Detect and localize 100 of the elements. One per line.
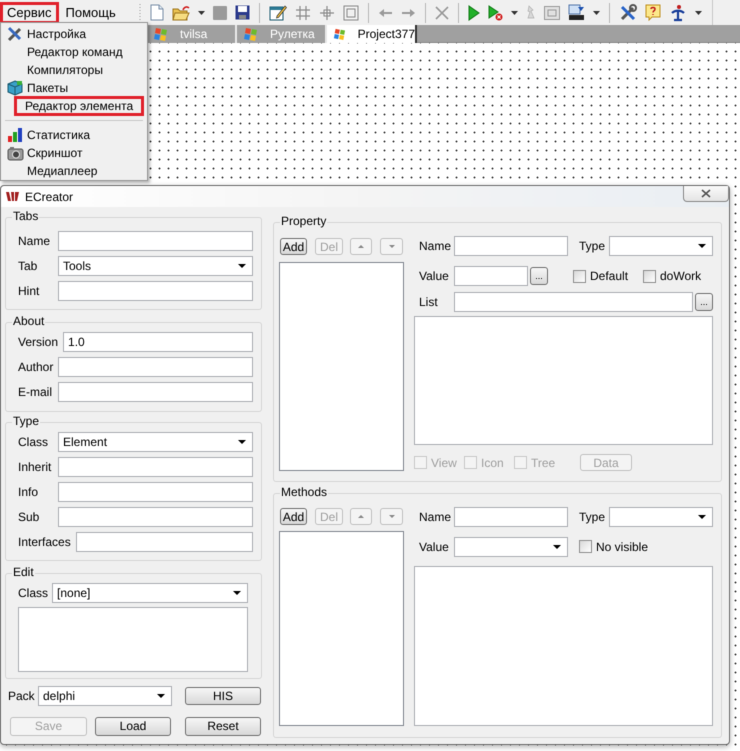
- browse-button[interactable]: ...: [530, 267, 548, 285]
- list-box[interactable]: [279, 262, 404, 471]
- square-icon[interactable]: [212, 6, 227, 20]
- text-field[interactable]: [58, 281, 253, 301]
- field-label: Class: [18, 434, 50, 451]
- text-field[interactable]: [58, 382, 253, 402]
- text-field[interactable]: [454, 507, 568, 527]
- down-arrow-icon: [388, 515, 394, 518]
- text-field[interactable]: [58, 357, 253, 377]
- up-arrow-icon: [358, 515, 364, 518]
- field-label: Value: [418, 268, 450, 285]
- menu-item[interactable]: Редактор элемента: [14, 96, 144, 116]
- field-label: List: [418, 294, 439, 311]
- dropdown[interactable]: delphi: [38, 686, 172, 706]
- text-field[interactable]: [454, 292, 693, 312]
- field-label: Inherit: [18, 459, 52, 476]
- menu-item[interactable]: Компиляторы: [26, 61, 103, 79]
- camera-icon: [7, 146, 24, 160]
- push-button[interactable]: Add: [280, 508, 307, 525]
- checkbox[interactable]: Default: [573, 267, 643, 285]
- text-field[interactable]: [58, 457, 253, 477]
- checkbox[interactable]: doWork: [643, 267, 713, 285]
- group-title: Property: [280, 214, 328, 229]
- menu-item[interactable]: Помощь: [58, 2, 123, 24]
- push-button[interactable]: HIS: [185, 687, 261, 705]
- text-area[interactable]: [414, 316, 713, 445]
- push-button[interactable]: Add: [280, 238, 307, 255]
- step-icon[interactable]: [526, 5, 536, 20]
- field-label: Interfaces: [18, 534, 72, 551]
- field-label: Value: [418, 538, 450, 556]
- dropdown[interactable]: [609, 236, 713, 256]
- caret-icon: [553, 544, 561, 548]
- new-file-icon[interactable]: [150, 4, 164, 21]
- move-down-button[interactable]: [380, 238, 403, 255]
- caret-icon[interactable]: [510, 10, 518, 14]
- push-button[interactable]: Load: [95, 716, 171, 736]
- flag-icon: [243, 27, 260, 41]
- field-label: Tab: [18, 258, 38, 275]
- flag-icon: [153, 27, 170, 41]
- save-icon[interactable]: [234, 5, 250, 20]
- field-label: E-mail: [18, 384, 54, 401]
- crosshair-icon[interactable]: [318, 4, 335, 20]
- checkbox[interactable]: No visible: [579, 538, 669, 556]
- close-icon: [701, 189, 711, 198]
- field-label: Name: [418, 238, 452, 255]
- menu-item[interactable]: Статистика: [26, 126, 90, 144]
- caret-icon[interactable]: [592, 10, 600, 14]
- field-label: Info: [18, 484, 40, 501]
- window-icon[interactable]: [544, 6, 560, 20]
- caret-icon[interactable]: [694, 10, 702, 14]
- caret-icon: [698, 515, 706, 519]
- push-button[interactable]: Reset: [185, 716, 261, 736]
- field-label: Name: [18, 233, 52, 250]
- move-up-button[interactable]: [350, 238, 372, 255]
- text-field[interactable]: [454, 236, 568, 256]
- caret-icon: [157, 694, 165, 698]
- dropdown[interactable]: [none]: [52, 583, 248, 603]
- cube-icon: [7, 80, 23, 96]
- text-field[interactable]: [76, 532, 253, 552]
- help-icon[interactable]: [644, 4, 661, 21]
- edit-icon[interactable]: [268, 4, 287, 21]
- field-label: Type: [578, 509, 606, 526]
- info-icon[interactable]: [668, 4, 687, 22]
- list-box[interactable]: [279, 531, 404, 726]
- move-down-button[interactable]: [380, 508, 403, 525]
- text-field[interactable]: [58, 231, 253, 251]
- menu-item[interactable]: Редактор команд: [26, 43, 123, 61]
- menu-item[interactable]: Скриншот: [26, 144, 82, 162]
- menu-item[interactable]: Настройка: [26, 25, 86, 43]
- caret-icon: [238, 264, 246, 268]
- open-folder-icon[interactable]: [172, 4, 190, 20]
- text-field[interactable]: 1.0: [63, 332, 253, 352]
- frame-icon[interactable]: [342, 4, 359, 20]
- dropdown[interactable]: Element: [58, 432, 253, 452]
- caret-icon[interactable]: [198, 10, 205, 14]
- caret-icon: [698, 244, 706, 248]
- play-stop-icon[interactable]: [488, 4, 503, 20]
- browse-button[interactable]: ...: [695, 293, 713, 311]
- right-arrow-icon[interactable]: [400, 8, 416, 18]
- bar-chart-icon: [7, 127, 23, 143]
- grid-icon[interactable]: [294, 4, 311, 20]
- menu-item[interactable]: Пакеты: [26, 79, 68, 97]
- delete-icon[interactable]: [434, 6, 449, 20]
- move-up-button[interactable]: [350, 508, 372, 525]
- dropdown[interactable]: [609, 507, 713, 527]
- text-field[interactable]: [58, 482, 253, 502]
- up-arrow-icon: [358, 245, 364, 248]
- left-arrow-icon[interactable]: [378, 8, 393, 18]
- text-field[interactable]: [454, 266, 528, 286]
- tools-icon[interactable]: [618, 4, 637, 22]
- menu-item[interactable]: Медиаплеер: [26, 162, 98, 180]
- dropdown[interactable]: [454, 536, 568, 556]
- play-icon[interactable]: [468, 4, 480, 20]
- close-button[interactable]: [683, 186, 729, 202]
- text-area[interactable]: [18, 607, 248, 672]
- dropdown[interactable]: Tools: [58, 256, 253, 276]
- binary-file-icon[interactable]: [568, 4, 585, 21]
- text-field[interactable]: [58, 507, 253, 527]
- editor-tab[interactable]: Project377: [327, 25, 417, 43]
- field-label: Author: [18, 359, 54, 376]
